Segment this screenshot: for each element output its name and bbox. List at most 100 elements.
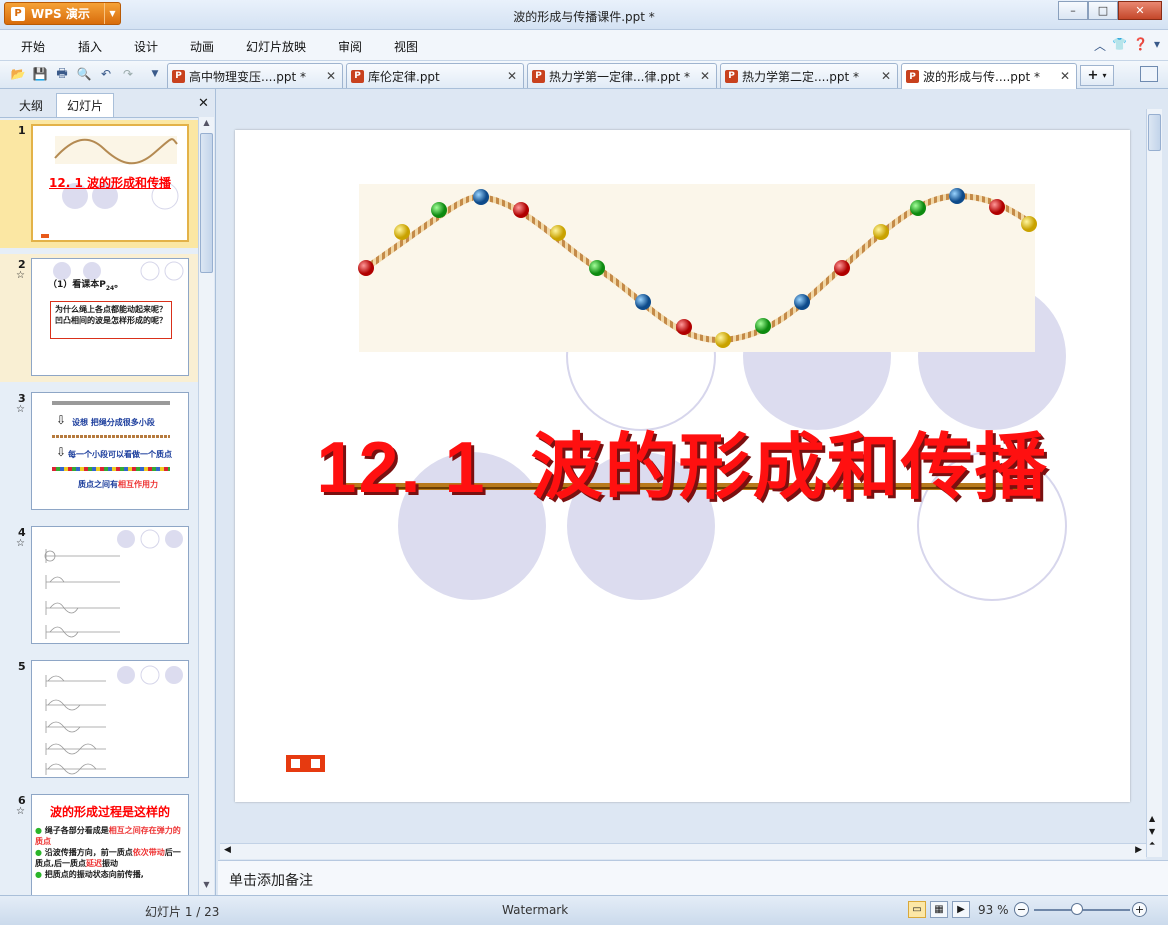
close-tab-icon[interactable]: ✕ [1060, 69, 1070, 83]
close-panel-icon[interactable]: ✕ [198, 96, 209, 111]
zoom-out-button[interactable]: − [1014, 902, 1029, 917]
scroll-down-icon[interactable]: ▼ [1149, 827, 1155, 836]
zoom-slider-knob[interactable] [1071, 903, 1083, 915]
scrollbar-thumb[interactable] [1148, 114, 1161, 151]
status-bar: 幻灯片 1 / 23 Watermark ▭ ▦ ▶ 93 % − + [0, 895, 1168, 925]
slide-thumb-preview [31, 660, 189, 778]
scroll-up-icon[interactable]: ▲ [200, 118, 213, 132]
main-horizontal-scrollbar[interactable]: ◀ ▶ [220, 843, 1146, 859]
ppt-file-icon: P [351, 69, 364, 83]
document-tab-strip: 📂 💾 🖶 🔍 ↶ ↷ ▼ P 高中物理变压....ppt * ✕ P 库伦定律… [0, 61, 1168, 89]
menu-animation[interactable]: 动画 [190, 38, 214, 55]
thumb-2-question-box: 为什么绳上各点都能动起来呢？凹凸相间的波是怎样形成的呢？ [50, 301, 172, 339]
slide-thumbnail-2[interactable]: 2 ☆ （1）看课本P24。 为什么绳上各点都能动起来呢？凹凸相间的波是怎样形成… [0, 254, 198, 382]
slide-canvas[interactable]: 12. 1 波的形成和传播 [235, 130, 1130, 802]
undo-icon[interactable]: ↶ [98, 66, 114, 82]
slide-thumbnail-3[interactable]: 3 ☆ ⇩ ⇩ 设想 把绳分成很多小段 每一个小段可以看做一个质点 质点之间有相… [0, 388, 198, 516]
maximize-button[interactable]: □ [1088, 1, 1118, 20]
panel-scrollbar[interactable]: ▲ ▼ [198, 117, 214, 895]
menu-insert[interactable]: 插入 [78, 38, 102, 55]
doc-tab-5-active[interactable]: P 波的形成与传....ppt * ✕ [901, 63, 1077, 89]
menu-review[interactable]: 审阅 [338, 38, 362, 55]
slide-thumbnail-1[interactable]: 1 12. 1 波的形成和传播 [0, 120, 198, 248]
close-tab-icon[interactable]: ✕ [507, 69, 517, 83]
main-vertical-scrollbar[interactable]: ▲ ▼ ⏶ [1146, 109, 1162, 857]
animation-star-icon: ☆ [16, 806, 25, 817]
scrollbar-thumb[interactable] [200, 133, 213, 273]
slide-sorter-icon[interactable]: ▦ [930, 901, 948, 918]
print-icon[interactable]: 🖶 [54, 66, 70, 82]
scroll-up-icon[interactable]: ▲ [1149, 814, 1155, 823]
slide-thumb-preview: 波的形成过程是这样的 ● 绳子各部分看成是相互之间存在弹力的质点 ● 沿波传播方… [31, 794, 189, 895]
slides-panel: 大纲 幻灯片 ✕ 1 12. 1 波的形成和传播 2 ☆ （1）看课本P24。 … [0, 89, 216, 895]
thumb-6-bullets: ● 绳子各部分看成是相互之间存在弹力的质点 ● 沿波传播方向，前一质点依次带动后… [35, 826, 181, 879]
menu-slideshow[interactable]: 幻灯片放映 [246, 38, 306, 55]
new-tab-button[interactable]: + ▾ [1080, 65, 1114, 86]
slide-thumb-preview [31, 526, 189, 644]
slide-thumbnail-6[interactable]: 6 ☆ 波的形成过程是这样的 ● 绳子各部分看成是相互之间存在弹力的质点 ● 沿… [0, 790, 198, 895]
chevron-down-icon: ▾ [1102, 71, 1107, 80]
help-icon[interactable]: ❓ [1133, 37, 1148, 54]
notes-pane[interactable]: 单击添加备注 [218, 860, 1168, 895]
slide-thumb-preview: 12. 1 波的形成和传播 [31, 124, 189, 242]
title-bar: P WPS 演示 ▼ 波的形成与传播课件.ppt * – □ ✕ [0, 0, 1168, 30]
slideshow-view-icon[interactable]: ▶ [952, 901, 970, 918]
zoom-in-button[interactable]: + [1132, 902, 1147, 917]
slide-number: 5 [18, 660, 26, 673]
save-icon[interactable]: 💾 [32, 66, 48, 82]
plus-icon: + [1087, 68, 1099, 83]
normal-view-icon[interactable]: ▭ [908, 901, 926, 918]
close-button[interactable]: ✕ [1118, 1, 1162, 20]
skin-icon[interactable]: 👕 [1112, 37, 1127, 54]
chevron-up-icon[interactable]: ︿ [1094, 37, 1106, 54]
scroll-down-icon[interactable]: ▼ [200, 880, 213, 894]
slide-title[interactable]: 12. 1 波的形成和传播 [235, 408, 1130, 513]
scroll-left-icon[interactable]: ◀ [224, 845, 231, 855]
doc-tab-label: 高中物理变压....ppt * [189, 69, 307, 84]
task-pane-icon[interactable] [1140, 66, 1158, 82]
doc-tab-1[interactable]: P 高中物理变压....ppt * ✕ [167, 63, 343, 88]
wave-image-background [359, 184, 1035, 352]
close-tab-icon[interactable]: ✕ [700, 69, 710, 83]
thumb-3-text-2: 每一个小段可以看做一个质点 [68, 450, 172, 459]
minimize-button[interactable]: – [1058, 1, 1088, 20]
slide-thumbnail-4[interactable]: 4 ☆ [0, 522, 198, 650]
prev-slide-icon[interactable]: ⏶ [1149, 839, 1155, 849]
slide-thumbnail-5[interactable]: 5 [0, 656, 198, 784]
doc-tab-4[interactable]: P 热力学第二定....ppt * ✕ [720, 63, 898, 88]
close-tab-icon[interactable]: ✕ [326, 69, 336, 83]
close-tab-icon[interactable]: ✕ [881, 69, 891, 83]
watermark-label: Watermark [502, 903, 569, 917]
redo-icon[interactable]: ↷ [120, 66, 136, 82]
slide-editor: 12. 1 波的形成和传播 [218, 89, 1168, 861]
doc-tab-label: 热力学第一定律...律.ppt * [549, 69, 691, 84]
thumbnail-list[interactable]: 1 12. 1 波的形成和传播 2 ☆ （1）看课本P24。 为什么绳上各点都能… [0, 117, 198, 895]
thumb-3-text-1: 设想 把绳分成很多小段 [72, 418, 155, 427]
doc-tab-2[interactable]: P 库伦定律.ppt ✕ [346, 63, 524, 88]
doc-tab-3[interactable]: P 热力学第一定律...律.ppt * ✕ [527, 63, 717, 88]
thumb-4-graphic [44, 529, 183, 639]
menu-design[interactable]: 设计 [134, 38, 158, 55]
slide-number: 1 [18, 124, 26, 137]
thumb-6-title: 波的形成过程是这样的 [49, 805, 170, 819]
tab-slides[interactable]: 幻灯片 [56, 93, 114, 117]
tab-outline[interactable]: 大纲 [8, 93, 54, 117]
animation-star-icon: ☆ [16, 270, 25, 281]
scroll-right-icon[interactable]: ▶ [1135, 845, 1142, 855]
arrow-down-icon: ⇩ [56, 413, 67, 427]
arrow-down-icon: ⇩ [56, 445, 67, 459]
menu-view[interactable]: 视图 [394, 38, 418, 55]
doc-tab-label: 波的形成与传....ppt * [923, 70, 1041, 84]
animation-star-icon: ☆ [16, 538, 25, 549]
window-title: 波的形成与传播课件.ppt * [513, 10, 655, 24]
notes-placeholder[interactable]: 单击添加备注 [229, 870, 313, 890]
animation-star-icon: ☆ [16, 404, 25, 415]
thumb-2-line: （1）看课本P24。 [48, 280, 124, 292]
ppt-file-icon: P [172, 69, 185, 83]
ppt-file-icon: P [532, 69, 545, 83]
print-preview-icon[interactable]: 🔍 [76, 66, 92, 82]
menu-home[interactable]: 开始 [21, 38, 45, 55]
customize-toolbar-icon[interactable]: ▼ [147, 66, 163, 82]
menu-options-icon[interactable]: ▾ [1154, 37, 1160, 54]
open-folder-icon[interactable]: 📂 [10, 66, 26, 82]
